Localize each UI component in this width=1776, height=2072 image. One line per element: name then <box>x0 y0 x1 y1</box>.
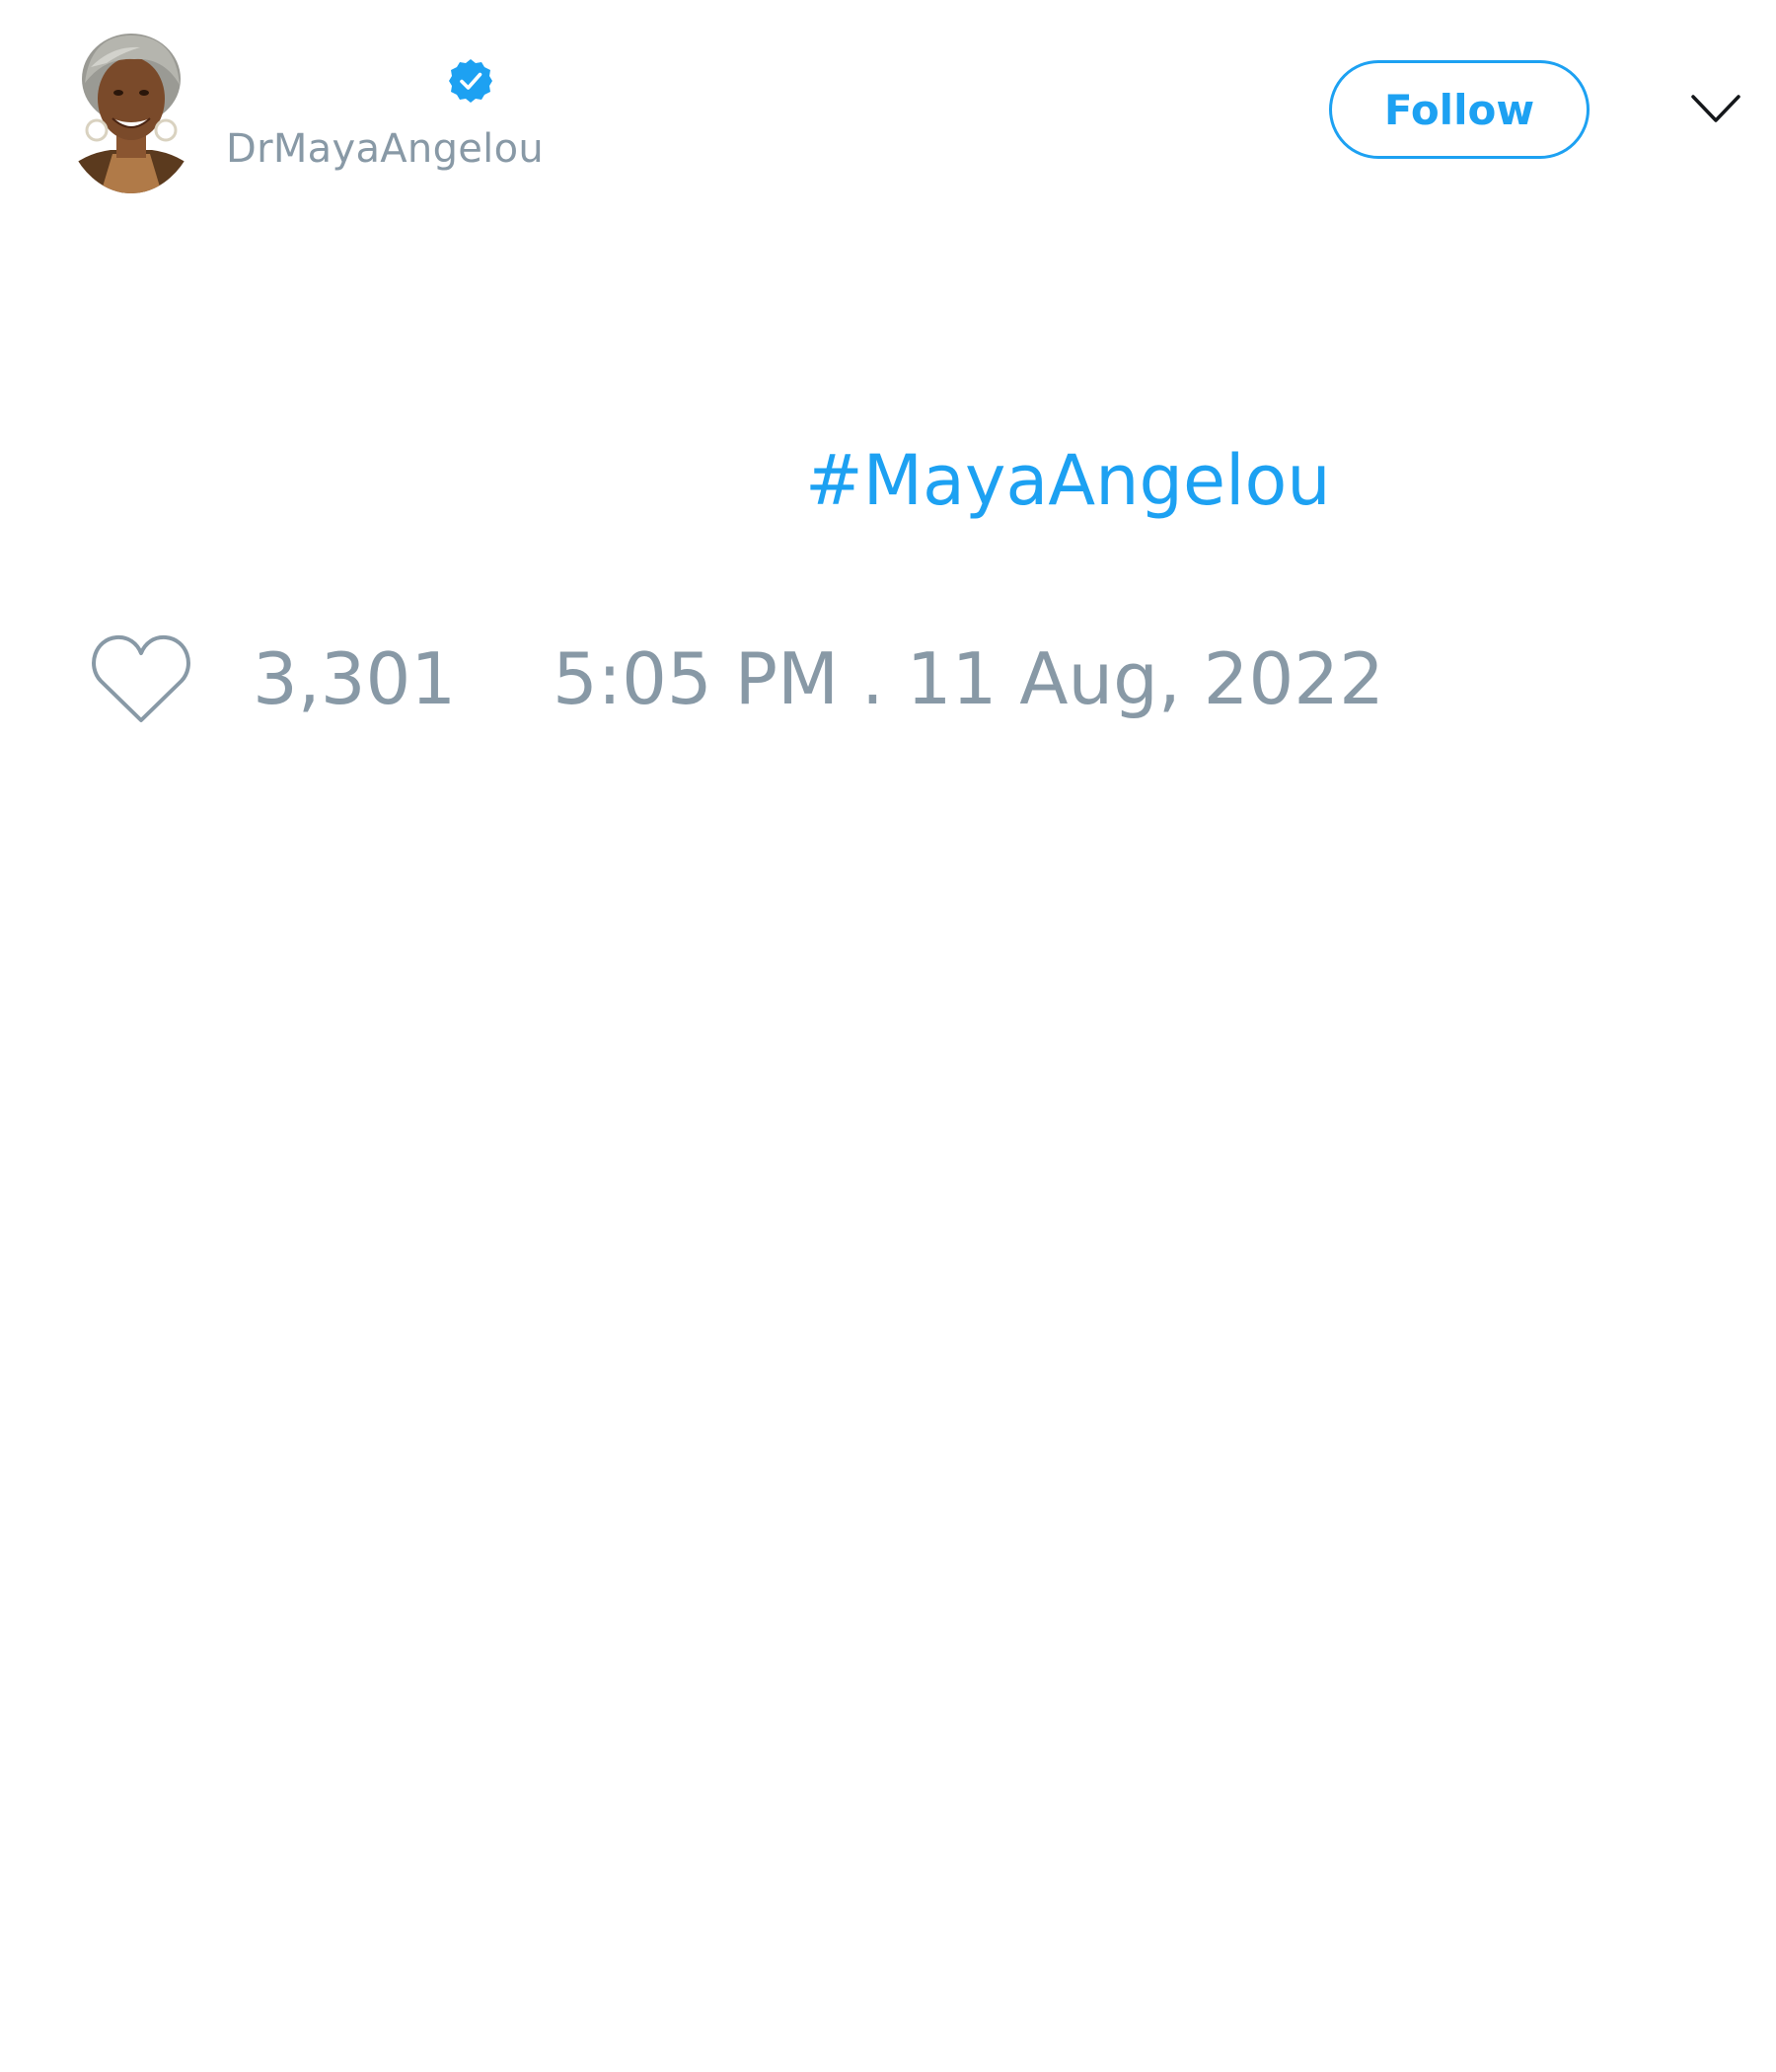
tweet-card: DrMayaAngelou Follow #MayaAngelou 3,301 … <box>0 0 1776 2072</box>
verified-badge-icon <box>449 59 492 103</box>
user-handle[interactable]: DrMayaAngelou <box>226 126 544 172</box>
hashtag-link[interactable]: #MayaAngelou <box>805 439 1331 522</box>
heart-outline-icon[interactable] <box>89 631 193 726</box>
chevron-down-icon[interactable] <box>1689 89 1742 128</box>
like-count: 3,301 <box>253 637 457 720</box>
avatar-photo <box>61 28 201 193</box>
tweet-footer: 3,301 5:05 PM . 11 Aug, 2022 <box>0 631 1776 730</box>
avatar[interactable] <box>61 28 201 193</box>
tweet-timestamp[interactable]: 5:05 PM . 11 Aug, 2022 <box>553 637 1384 720</box>
follow-button[interactable]: Follow <box>1329 60 1590 159</box>
